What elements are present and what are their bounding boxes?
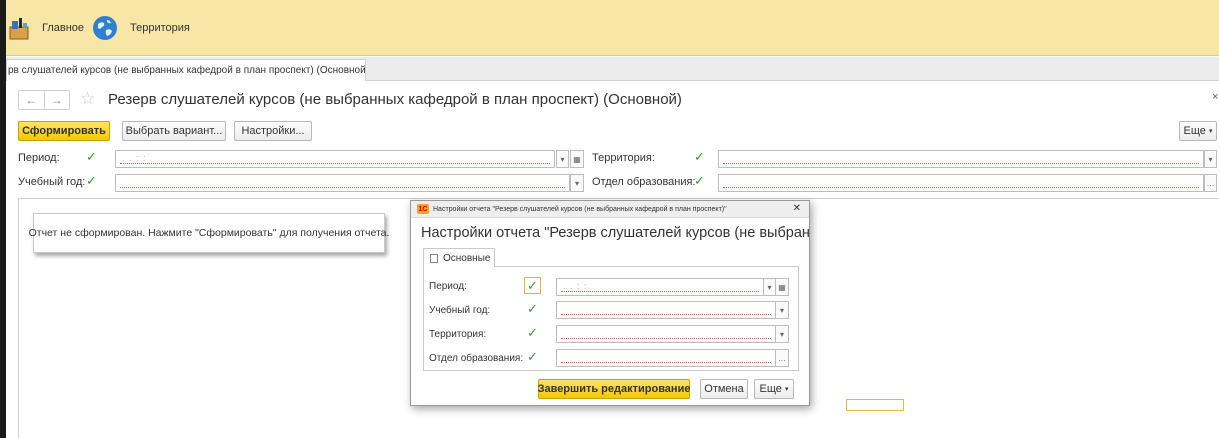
cell-highlight bbox=[846, 399, 904, 411]
generate-button[interactable]: Сформировать bbox=[18, 121, 110, 141]
tab-report-label: рв слушателей курсов (не выбранных кафед… bbox=[8, 65, 366, 76]
territory-label: Территория: bbox=[592, 152, 655, 164]
period-checkbox[interactable]: ✓ bbox=[85, 150, 98, 163]
required-underline bbox=[561, 314, 771, 315]
more-button-label: Еще bbox=[1183, 125, 1206, 137]
home-sections-icon bbox=[8, 15, 30, 41]
dialog-territory-input[interactable] bbox=[556, 325, 776, 343]
dialog-study-year-checkbox[interactable]: ✓ bbox=[526, 302, 539, 315]
section-territory-label: Территория bbox=[130, 22, 190, 34]
forward-arrow-icon[interactable]: → bbox=[43, 91, 70, 109]
required-underline bbox=[723, 163, 1199, 164]
select-variant-button[interactable]: Выбрать вариант... bbox=[122, 121, 226, 141]
dialog-education-dept-checkbox[interactable]: ✓ bbox=[526, 350, 539, 363]
tab-report[interactable]: рв слушателей курсов (не выбранных кафед… bbox=[6, 59, 366, 81]
dialog-study-year-label: Учебный год: bbox=[429, 305, 491, 316]
favorite-star-icon[interactable]: ☆ bbox=[80, 89, 95, 109]
required-underline bbox=[561, 338, 771, 339]
required-underline bbox=[120, 187, 565, 188]
required-underline bbox=[120, 163, 550, 164]
dialog-period-input[interactable]: . . : : bbox=[556, 278, 764, 296]
dialog-more-label: Еще bbox=[759, 383, 782, 395]
nav-buttons: ← → bbox=[18, 90, 70, 110]
period-input[interactable]: . . : : bbox=[115, 150, 555, 168]
study-year-dropdown-button[interactable]: ▾ bbox=[570, 174, 584, 192]
dialog-territory-label: Территория: bbox=[429, 329, 487, 340]
dialog-titlebar: 1С Настройки отчета "Резерв слушателей к… bbox=[411, 201, 809, 218]
section-main[interactable]: Главное bbox=[8, 0, 84, 56]
dialog-calendar-icon[interactable]: ▦ bbox=[775, 278, 789, 296]
back-arrow-icon[interactable]: ← bbox=[19, 91, 44, 109]
cancel-button[interactable]: Отмена bbox=[700, 379, 748, 399]
period-mask: . . : : bbox=[122, 153, 147, 163]
dialog-period-checkbox[interactable]: ✓ bbox=[526, 279, 539, 292]
dialog-period-mask: . . : : bbox=[563, 281, 588, 291]
dialog-territory-dropdown-button[interactable]: ▾ bbox=[775, 325, 789, 343]
territory-input[interactable] bbox=[718, 150, 1204, 168]
study-year-input[interactable] bbox=[115, 174, 570, 192]
dialog-education-dept-select-button[interactable]: … bbox=[775, 349, 789, 367]
territory-dropdown-button[interactable]: ▾ bbox=[1204, 150, 1217, 168]
dialog-territory-checkbox[interactable]: ✓ bbox=[526, 326, 539, 339]
dialog-study-year-input[interactable] bbox=[556, 301, 776, 319]
education-dept-select-button[interactable]: … bbox=[1204, 174, 1217, 192]
dialog-window-title: Настройки отчета "Резерв слушателей курс… bbox=[433, 205, 727, 213]
chevron-down-icon: ▾ bbox=[784, 386, 789, 393]
dialog-close-icon[interactable]: ✕ bbox=[793, 203, 801, 214]
close-form-icon[interactable]: × bbox=[1212, 91, 1218, 103]
more-button[interactable]: Еще ▾ bbox=[1179, 121, 1217, 141]
section-main-label: Главное bbox=[42, 22, 85, 34]
section-territory[interactable]: Территория bbox=[92, 0, 190, 56]
report-settings-dialog: 1С Настройки отчета "Резерв слушателей к… bbox=[410, 200, 810, 406]
page-title: Резерв слушателей курсов (не выбранных к… bbox=[108, 91, 682, 108]
dialog-heading: Настройки отчета "Резерв слушателей курс… bbox=[421, 225, 809, 241]
dialog-education-dept-label: Отдел образования: bbox=[429, 353, 524, 364]
dialog-education-dept-input[interactable] bbox=[556, 349, 776, 367]
territory-checkbox[interactable]: ✓ bbox=[693, 150, 706, 163]
globe-icon bbox=[92, 15, 118, 41]
document-icon bbox=[430, 253, 438, 263]
education-dept-checkbox[interactable]: ✓ bbox=[693, 174, 706, 187]
settings-button[interactable]: Настройки... bbox=[234, 121, 312, 141]
dialog-study-year-dropdown-button[interactable]: ▾ bbox=[775, 301, 789, 319]
period-label: Период: bbox=[18, 152, 60, 164]
required-underline bbox=[561, 291, 759, 292]
chevron-down-icon: ▾ bbox=[1208, 128, 1213, 135]
required-underline bbox=[723, 187, 1199, 188]
education-dept-label: Отдел образования: bbox=[592, 176, 696, 188]
tab-main-label: Основные bbox=[443, 252, 491, 264]
tab-main[interactable]: Основные bbox=[423, 248, 495, 267]
dialog-period-label: Период: bbox=[429, 281, 467, 292]
app-1c-icon: 1С bbox=[417, 204, 429, 214]
finish-editing-button[interactable]: Завершить редактирование bbox=[538, 379, 690, 399]
required-underline bbox=[561, 362, 771, 363]
study-year-checkbox[interactable]: ✓ bbox=[85, 174, 98, 187]
education-dept-input[interactable] bbox=[718, 174, 1204, 192]
dialog-more-button[interactable]: Еще ▾ bbox=[754, 379, 794, 399]
study-year-label: Учебный год: bbox=[18, 176, 86, 188]
calendar-icon[interactable]: ▦ bbox=[570, 150, 584, 168]
report-not-generated-notice: Отчет не сформирован. Нажмите "Сформиров… bbox=[29, 213, 389, 253]
period-dropdown-button[interactable]: ▾ bbox=[556, 150, 569, 168]
